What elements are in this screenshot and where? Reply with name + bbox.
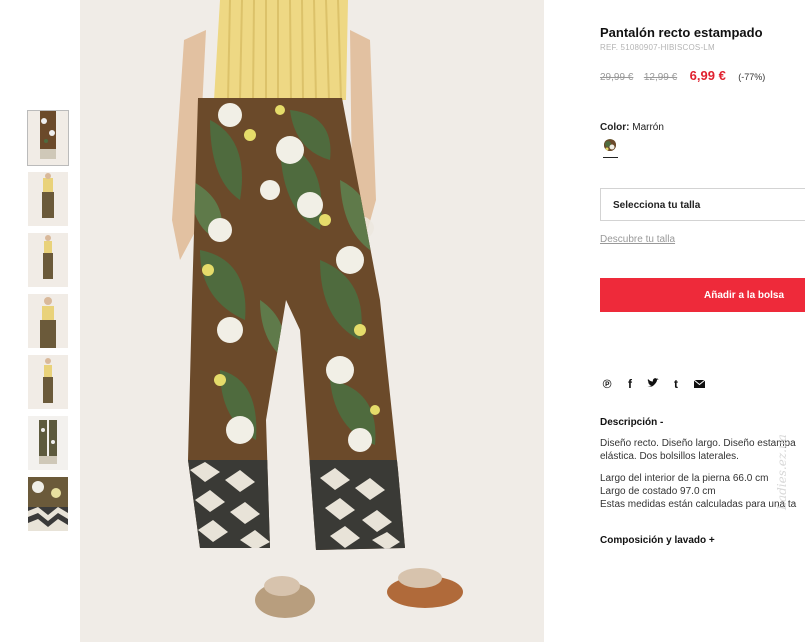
watermark: Ladies.ez.ua: [775, 434, 789, 510]
thumbnail-1[interactable]: [27, 110, 69, 166]
thumbnail-3[interactable]: [28, 233, 68, 287]
facebook-icon[interactable]: f: [623, 377, 637, 391]
size-guide-link[interactable]: Descubre tu talla: [600, 234, 675, 245]
description-line-2: elástica. Dos bolsillos laterales.: [600, 451, 739, 462]
current-price: 6,99 €: [689, 68, 726, 83]
color-swatch[interactable]: [604, 139, 616, 151]
original-price: 29,99 €: [600, 72, 634, 83]
color-value: Marrón: [632, 122, 664, 133]
twitter-icon[interactable]: [646, 377, 660, 391]
color-label: Color:: [600, 122, 630, 133]
email-icon[interactable]: [692, 377, 706, 391]
thumbnail-6[interactable]: [28, 416, 68, 470]
previous-price: 12,99 €: [643, 72, 678, 83]
tumblr-icon[interactable]: t: [669, 377, 683, 391]
share-icons: ℗ f t: [600, 375, 715, 391]
price-block: 29,99 € 12,99 € 6,99 € (-77%): [600, 67, 765, 85]
selected-swatch-indicator: [603, 157, 618, 158]
description-toggle[interactable]: Descripción -: [600, 417, 663, 428]
add-to-bag-button[interactable]: Añadir a la bolsa: [600, 278, 805, 312]
thumbnail-7[interactable]: [28, 477, 68, 531]
thumbnail-5[interactable]: [28, 355, 68, 409]
product-title: Pantalón recto estampado: [600, 25, 763, 40]
thumbnail-strip: [27, 110, 69, 538]
thumbnail-4[interactable]: [28, 294, 68, 348]
product-main-image[interactable]: [80, 0, 544, 642]
product-reference: REF. 51080907-HIBISCOS-LM: [600, 43, 715, 52]
color-row: Color: Marrón: [600, 122, 664, 133]
measurement-side: Largo de costado 97.0 cm: [600, 486, 716, 497]
thumbnail-2[interactable]: [28, 172, 68, 226]
composition-toggle[interactable]: Composición y lavado +: [600, 535, 715, 546]
measurement-note: Estas medidas están calculadas para una …: [600, 499, 797, 510]
size-select[interactable]: Selecciona tu talla: [600, 188, 805, 221]
measurement-inseam: Largo del interior de la pierna 66.0 cm: [600, 473, 769, 484]
description-line-1: Diseño recto. Diseño largo. Diseño estam…: [600, 438, 796, 449]
pinterest-icon[interactable]: ℗: [600, 377, 614, 391]
discount-badge: (-77%): [738, 72, 766, 82]
